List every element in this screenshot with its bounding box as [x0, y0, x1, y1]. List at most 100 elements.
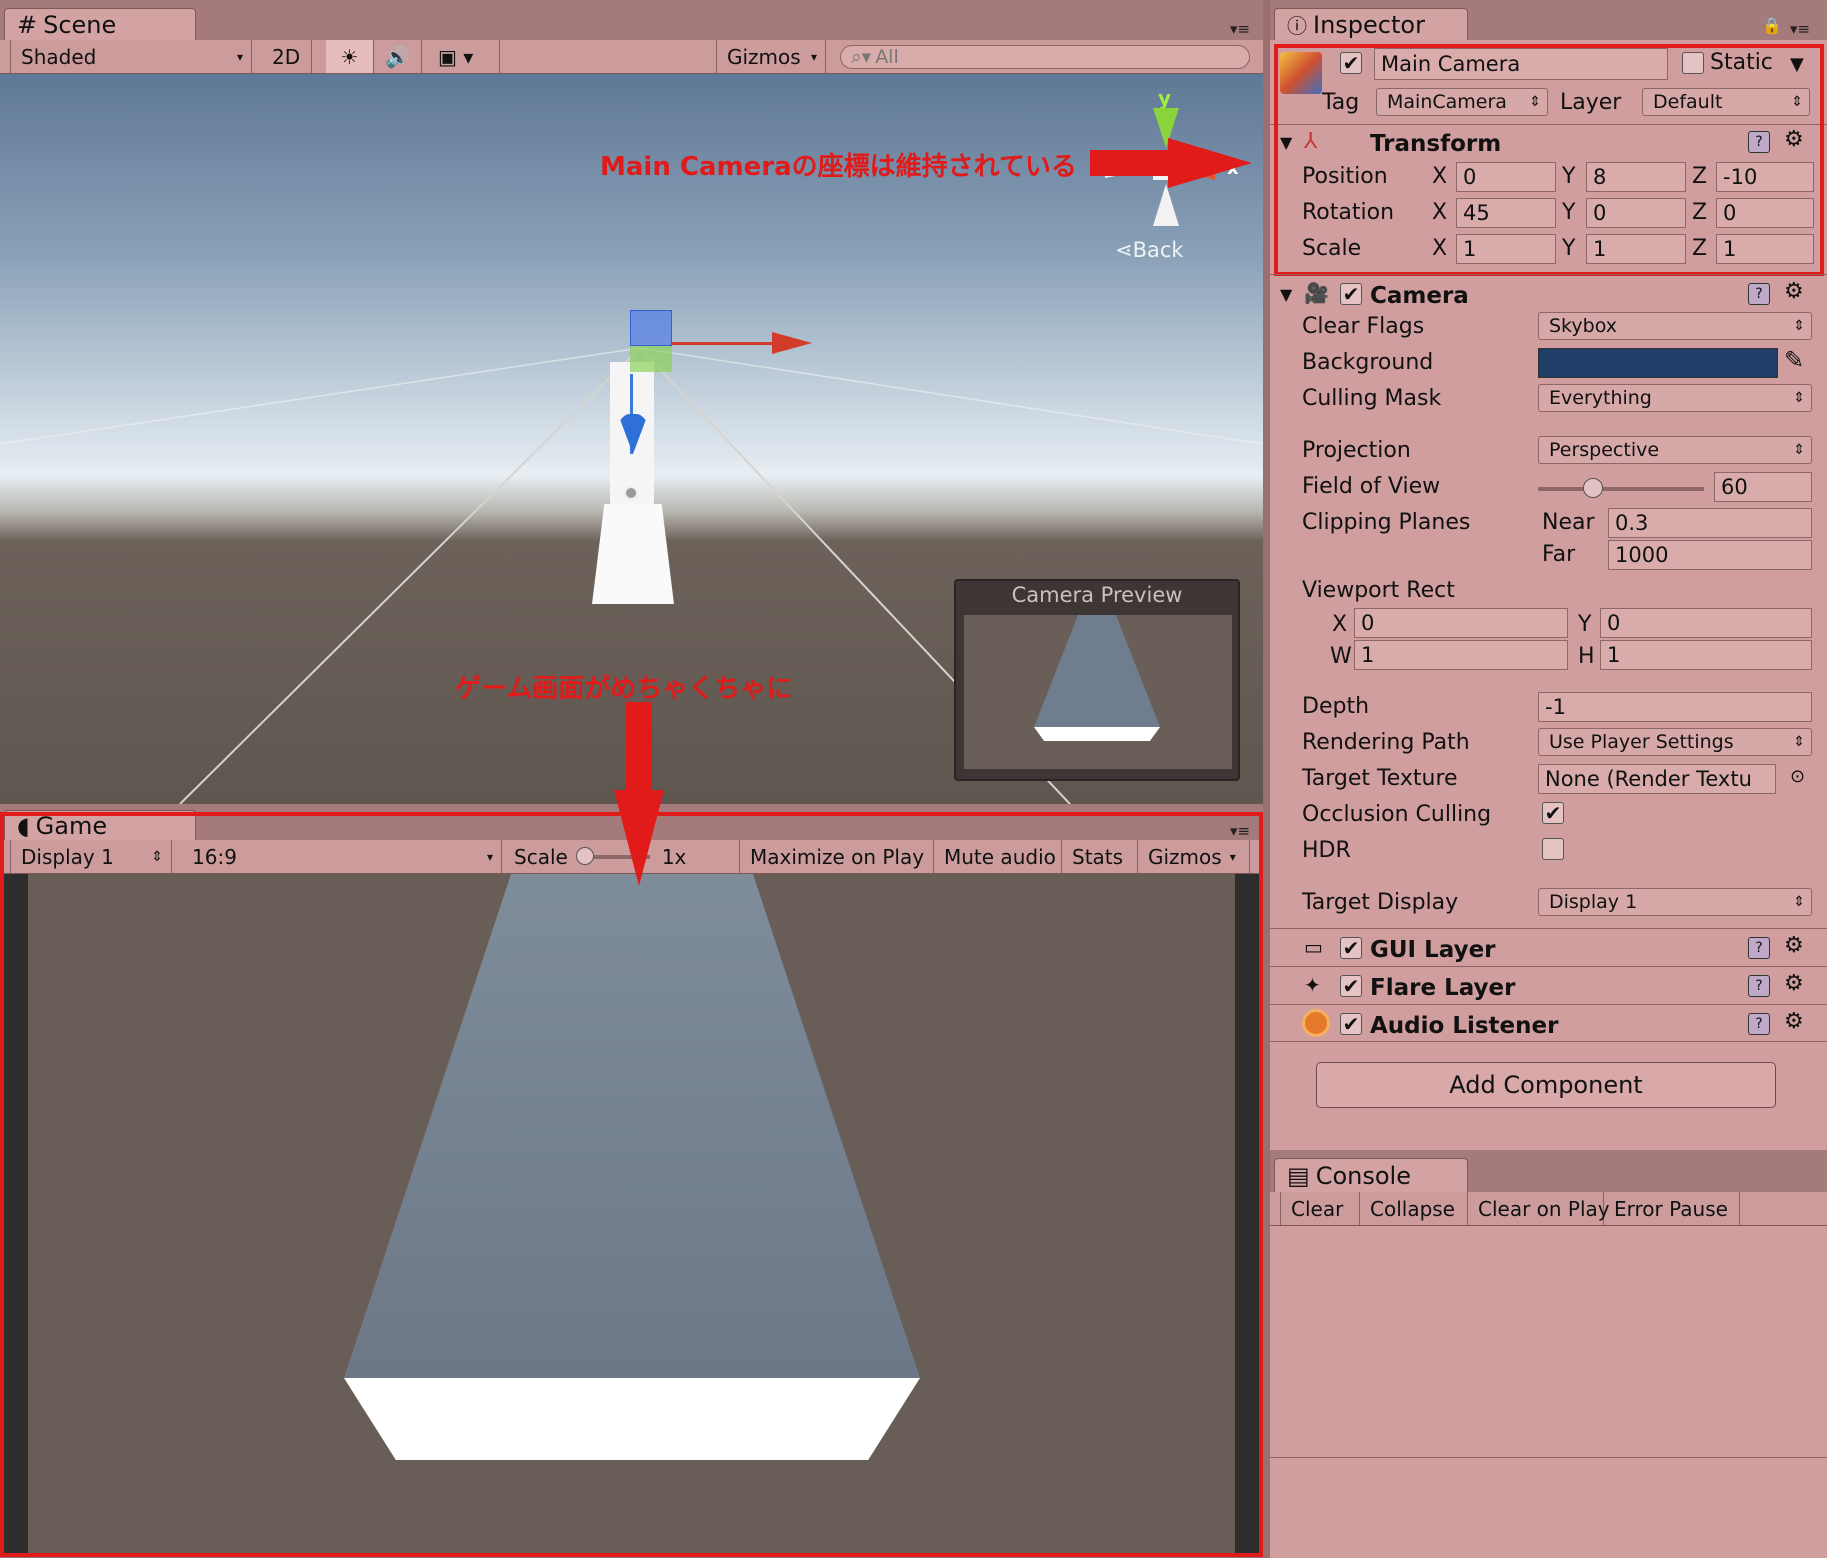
game-view[interactable]	[4, 874, 1259, 1554]
toggle-2d-button[interactable]: 2D	[262, 40, 312, 73]
target-display-dropdown[interactable]: Display 1	[1538, 888, 1812, 916]
gui-layer-gear-icon[interactable]: ⚙	[1784, 933, 1804, 958]
viewport-h-field[interactable]: 1	[1600, 640, 1812, 670]
position-z-field[interactable]: -10	[1716, 162, 1814, 192]
audio-listener-gear-icon[interactable]: ⚙	[1784, 1009, 1804, 1034]
flare-layer-help-icon[interactable]: ?	[1748, 975, 1770, 997]
scale-x-field[interactable]: 1	[1456, 234, 1556, 264]
maximize-on-play-toggle[interactable]: Maximize on Play	[740, 840, 934, 873]
scene-panel-menu-icon[interactable]: ▾≡	[1230, 20, 1250, 38]
flare-layer-header[interactable]: ✦ ✔ Flare Layer ? ⚙	[1270, 966, 1827, 1004]
gui-layer-header[interactable]: ▭ ✔ GUI Layer ? ⚙	[1270, 928, 1827, 966]
culling-mask-dropdown[interactable]: Everything	[1538, 384, 1812, 412]
aspect-dropdown[interactable]: 16:9	[182, 840, 502, 873]
move-handle-x-arrow-icon[interactable]	[772, 332, 812, 354]
move-handle-y-plane[interactable]	[630, 346, 672, 372]
fov-slider-thumb[interactable]	[1582, 478, 1603, 498]
transform-foldout-icon[interactable]: ▼	[1280, 133, 1292, 152]
gui-layer-checkbox[interactable]: ✔	[1340, 937, 1362, 959]
scale-y-field[interactable]: 1	[1586, 234, 1686, 264]
position-x-field[interactable]: 0	[1456, 162, 1556, 192]
camera-help-icon[interactable]: ?	[1748, 283, 1770, 305]
mute-audio-toggle[interactable]: Mute audio	[934, 840, 1062, 873]
gizmo-back-label[interactable]: ⋖Back	[1115, 238, 1184, 262]
fov-field[interactable]: 60	[1714, 472, 1812, 502]
console-clear-button[interactable]: Clear	[1280, 1192, 1360, 1225]
rendering-path-dropdown[interactable]: Use Player Settings	[1538, 728, 1812, 756]
eyedropper-icon[interactable]: ✎	[1784, 346, 1804, 374]
flare-layer-gear-icon[interactable]: ⚙	[1784, 971, 1804, 996]
static-dropdown-chevron-icon[interactable]: ▼	[1790, 54, 1804, 75]
depth-field[interactable]: -1	[1538, 692, 1812, 722]
lighting-toggle-icon[interactable]: ☀	[326, 40, 374, 73]
occlusion-culling-checkbox[interactable]: ✔	[1542, 802, 1564, 824]
scale-z-label: Z	[1692, 236, 1708, 261]
layer-dropdown[interactable]: Default	[1642, 88, 1810, 116]
shading-dropdown[interactable]: Shaded	[10, 40, 252, 73]
scale-slider-thumb[interactable]	[575, 846, 594, 865]
flare-layer-checkbox[interactable]: ✔	[1340, 975, 1362, 997]
rotation-x-field[interactable]: 45	[1456, 198, 1556, 228]
transform-help-icon[interactable]: ?	[1748, 131, 1770, 153]
display-dropdown[interactable]: Display 1 ⇕	[10, 840, 172, 873]
stats-toggle[interactable]: Stats	[1062, 840, 1138, 873]
gameobject-cube-icon	[1280, 52, 1322, 94]
scene-gizmos-dropdown[interactable]: Gizmos	[716, 40, 826, 73]
scene-object-base[interactable]	[592, 504, 674, 604]
effects-toggle-icon[interactable]: ▣ ▾	[428, 40, 500, 73]
viewport-h-label: H	[1578, 644, 1595, 669]
far-field[interactable]: 1000	[1608, 540, 1812, 570]
game-gizmos-toggle[interactable]: Gizmos ▾	[1138, 840, 1250, 873]
move-handle-z-plane[interactable]	[630, 310, 672, 346]
camera-gear-icon[interactable]: ⚙	[1784, 279, 1804, 304]
viewport-w-field[interactable]: 1	[1354, 640, 1568, 670]
transform-gear-icon[interactable]: ⚙	[1784, 127, 1804, 152]
gameobject-name-field[interactable]: Main Camera	[1374, 48, 1668, 80]
transform-header[interactable]: ▼ ⅄ Transform ? ⚙	[1270, 124, 1827, 162]
background-color-swatch[interactable]	[1538, 348, 1778, 378]
toggle-2d-label: 2D	[272, 44, 301, 69]
audio-listener-header[interactable]: ✔ Audio Listener ? ⚙	[1270, 1004, 1827, 1042]
static-checkbox[interactable]	[1682, 52, 1704, 74]
near-field[interactable]: 0.3	[1608, 508, 1812, 538]
hdr-checkbox[interactable]	[1542, 838, 1564, 860]
scale-z-field[interactable]: 1	[1716, 234, 1814, 264]
game-panel-menu-icon[interactable]: ▾≡	[1230, 822, 1250, 840]
camera-foldout-icon[interactable]: ▼	[1280, 285, 1292, 304]
console-clear-on-play-button[interactable]: Clear on Play	[1468, 1192, 1610, 1225]
viewport-y-label: Y	[1578, 612, 1592, 637]
audio-listener-help-icon[interactable]: ?	[1748, 1013, 1770, 1035]
gizmo-down-cone-icon[interactable]	[1153, 184, 1179, 226]
tab-console[interactable]: ▤ Console	[1274, 1158, 1468, 1192]
camera-header[interactable]: ▼ 🎥 ✔ Camera ? ⚙	[1270, 274, 1827, 312]
tag-dropdown[interactable]: MainCamera	[1376, 88, 1548, 116]
clear-flags-dropdown[interactable]: Skybox	[1538, 312, 1812, 340]
target-display-value: Display 1	[1549, 891, 1638, 913]
audio-toggle-icon[interactable]: 🔊	[374, 40, 422, 73]
lock-icon[interactable]: 🔒	[1762, 16, 1782, 35]
console-error-pause-button[interactable]: Error Pause	[1604, 1192, 1740, 1225]
add-component-button[interactable]: Add Component	[1316, 1062, 1776, 1108]
gameobject-active-checkbox[interactable]: ✔	[1340, 52, 1362, 74]
projection-dropdown[interactable]: Perspective	[1538, 436, 1812, 464]
viewport-y-field[interactable]: 0	[1600, 608, 1812, 638]
inspector-panel-menu-icon[interactable]: ▾≡	[1790, 20, 1810, 38]
camera-enabled-checkbox[interactable]: ✔	[1340, 283, 1362, 305]
audio-listener-checkbox[interactable]: ✔	[1340, 1013, 1362, 1035]
game-gizmos-chevron-icon[interactable]: ▾	[1230, 850, 1236, 864]
gui-layer-help-icon[interactable]: ?	[1748, 937, 1770, 959]
target-texture-field[interactable]: None (Render Textu	[1538, 764, 1776, 794]
scene-search-input[interactable]: ⌕▾ All	[840, 45, 1250, 69]
object-picker-icon[interactable]: ⊙	[1790, 766, 1805, 787]
console-detail-area[interactable]	[1270, 1458, 1827, 1558]
viewport-x-field[interactable]: 0	[1354, 608, 1568, 638]
tab-inspector[interactable]: ⓘ Inspector	[1274, 8, 1468, 40]
fov-slider-track[interactable]	[1538, 478, 1704, 498]
rotation-z-field[interactable]: 0	[1716, 198, 1814, 228]
console-log-area[interactable]	[1270, 1226, 1827, 1458]
position-y-field[interactable]: 8	[1586, 162, 1686, 192]
rotation-y-field[interactable]: 0	[1586, 198, 1686, 228]
console-collapse-button[interactable]: Collapse	[1360, 1192, 1468, 1225]
tab-game[interactable]: ◖ Game	[4, 810, 196, 840]
tab-scene[interactable]: # Scene	[4, 8, 196, 40]
